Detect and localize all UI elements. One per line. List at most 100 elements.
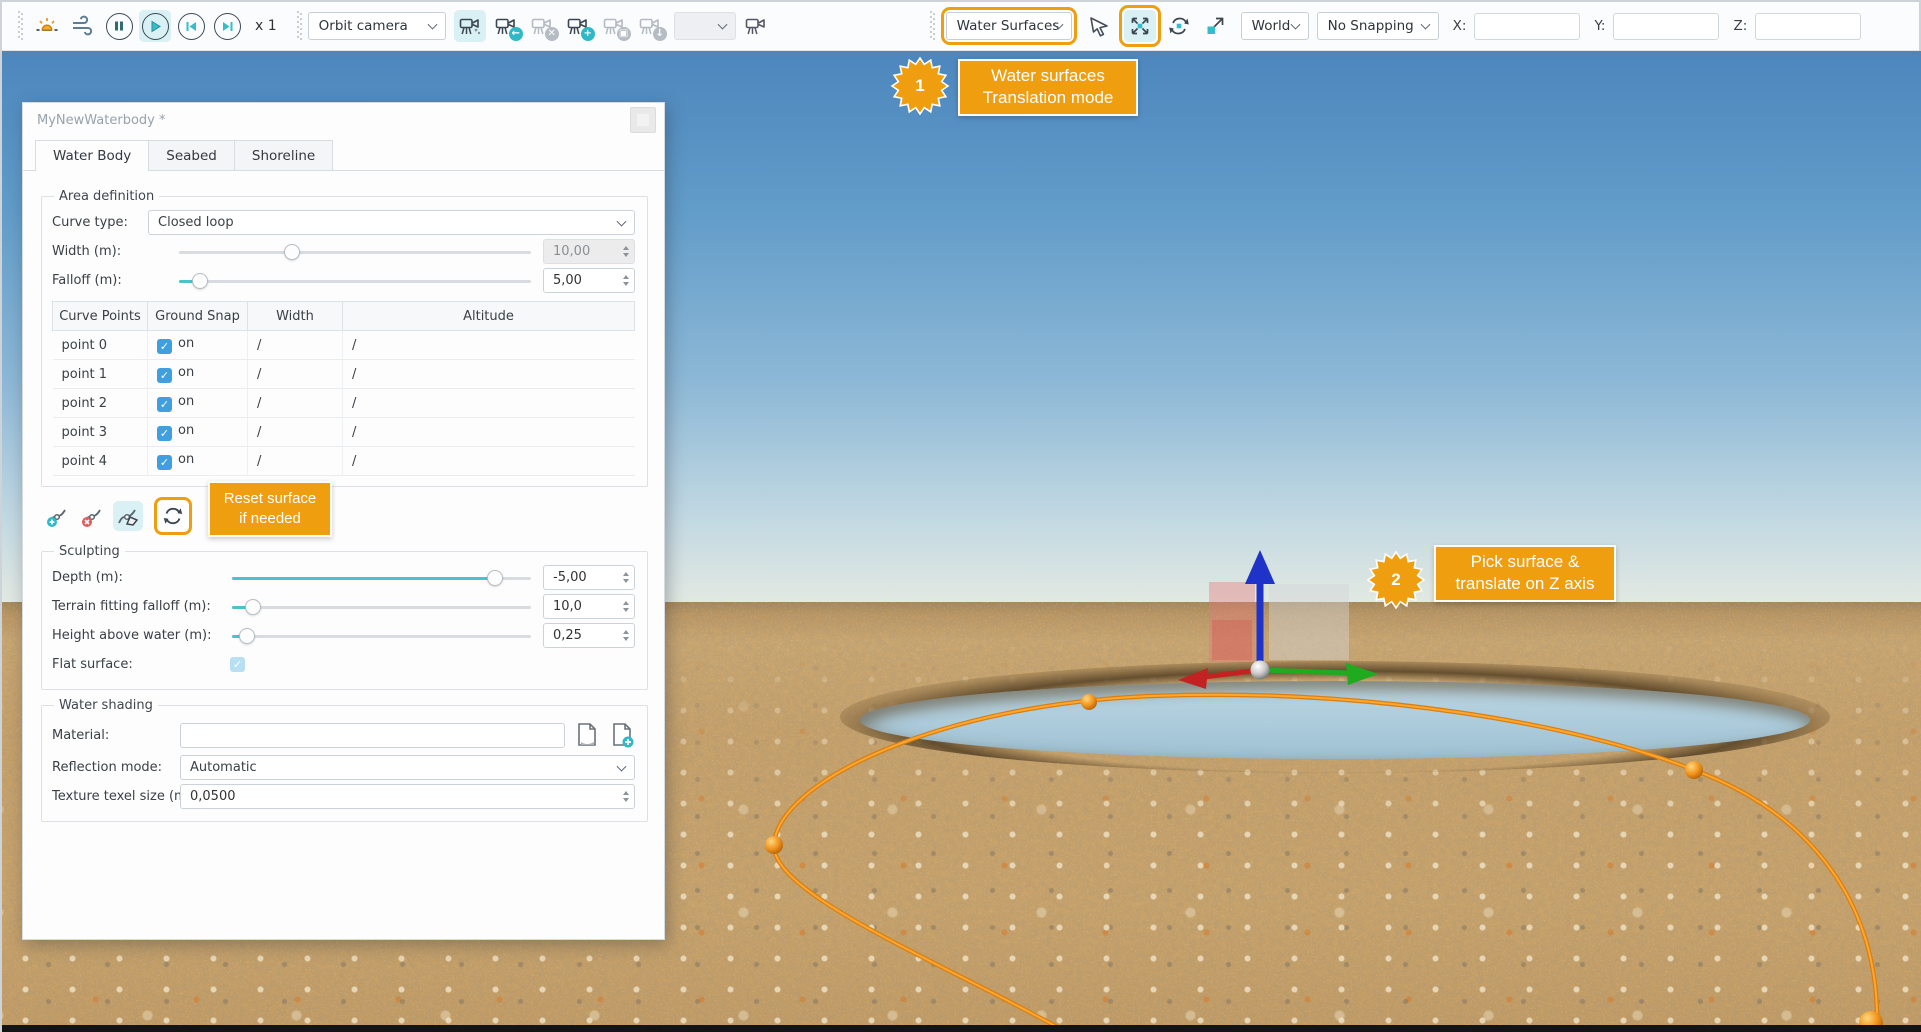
point-altitude: / <box>343 389 635 418</box>
edit-mode-select[interactable]: Water Surfaces <box>946 12 1072 40</box>
add-point-button[interactable] <box>43 501 73 531</box>
width-spinbox: 10,00 <box>543 239 635 264</box>
step-back-button[interactable] <box>175 10 207 42</box>
camera-track-button[interactable] <box>454 10 486 42</box>
table-row[interactable]: point 2 ✓on / / <box>53 389 635 418</box>
table-row[interactable]: point 1 ✓on / / <box>53 360 635 389</box>
sculpting-group: Sculpting Depth (m): -5,00 Terrain fitti… <box>41 544 648 690</box>
edit-mode-value: Water Surfaces <box>957 18 1060 34</box>
z-input[interactable] <box>1755 13 1861 40</box>
camera-prev-button[interactable]: ← <box>490 10 522 42</box>
depth-spinbox[interactable]: -5,00 <box>543 565 635 590</box>
depth-slider[interactable] <box>232 569 531 587</box>
col-altitude: Altitude <box>343 302 635 331</box>
falloff-spinner[interactable] <box>618 269 634 292</box>
texel-size-spinner[interactable] <box>618 785 634 808</box>
depth-value: -5,00 <box>544 570 618 585</box>
y-input[interactable] <box>1613 13 1719 40</box>
arrow-down-badge-icon: ↓ <box>653 27 667 41</box>
width-spinner[interactable] <box>618 240 634 263</box>
reset-callout: Reset surface if needed <box>208 481 332 537</box>
playback-speed-label: x 1 <box>255 18 277 34</box>
height-above-water-spinner[interactable] <box>618 624 634 647</box>
ground-snap-checkbox[interactable]: ✓ <box>157 368 172 383</box>
curve-type-label: Curve type: <box>52 215 148 230</box>
curve-type-select[interactable]: Closed loop <box>148 210 635 235</box>
terrain-falloff-slider[interactable] <box>232 598 531 616</box>
width-value: 10,00 <box>544 244 618 259</box>
reflection-mode-value: Automatic <box>190 760 257 775</box>
reset-surface-button[interactable] <box>158 501 188 531</box>
coordinate-space-select[interactable]: World <box>1241 12 1309 40</box>
camera-view-button[interactable] <box>740 10 772 42</box>
step1-line1: Water surfaces <box>972 65 1124 87</box>
weather-sun-button[interactable] <box>31 10 63 42</box>
terrain-falloff-value: 10,0 <box>544 599 618 614</box>
pause-button[interactable] <box>103 10 135 42</box>
plus-badge-icon: + <box>581 27 595 41</box>
texel-size-label: Texture texel size (m): <box>52 789 180 804</box>
point-name: point 2 <box>53 389 148 418</box>
reflection-mode-select[interactable]: Automatic <box>180 755 635 780</box>
snap-state: on <box>178 394 194 409</box>
select-tool-button[interactable] <box>1083 10 1115 42</box>
sculpting-legend: Sculpting <box>54 544 125 559</box>
camera-save-button[interactable]: ▣ <box>598 10 630 42</box>
edit-curve-button[interactable] <box>113 501 143 531</box>
toolbar-drag-handle[interactable] <box>18 11 23 41</box>
reset-line1: Reset surface <box>218 489 322 509</box>
terrain-falloff-spinner[interactable] <box>618 595 634 618</box>
x-label: X: <box>1453 18 1467 34</box>
ground-snap-checkbox[interactable]: ✓ <box>157 426 172 441</box>
tab-seabed[interactable]: Seabed <box>148 140 235 171</box>
table-row[interactable]: point 4 ✓on / / <box>53 447 635 476</box>
falloff-spinbox[interactable]: 5,00 <box>543 268 635 293</box>
remove-point-icon <box>81 504 105 528</box>
falloff-slider[interactable] <box>179 272 531 290</box>
pause-icon <box>106 13 133 40</box>
ground-snap-checkbox[interactable]: ✓ <box>157 339 172 354</box>
material-browse-button[interactable] <box>574 721 600 749</box>
flat-surface-checkbox[interactable]: ✓ <box>230 657 245 672</box>
width-slider[interactable] <box>179 243 531 261</box>
close-button[interactable] <box>630 107 656 133</box>
translate-icon <box>1128 14 1152 38</box>
point-name: point 4 <box>53 447 148 476</box>
translate-tool-button[interactable] <box>1124 10 1156 42</box>
height-above-water-slider[interactable] <box>232 627 531 645</box>
play-button[interactable] <box>139 10 171 42</box>
water-surface[interactable] <box>860 681 1810 759</box>
table-row[interactable]: point 0 ✓on / / <box>53 331 635 360</box>
material-input[interactable] <box>180 723 565 748</box>
step-forward-button[interactable] <box>211 10 243 42</box>
terrain-falloff-spinbox[interactable]: 10,0 <box>543 594 635 619</box>
camera-add-button[interactable]: + <box>562 10 594 42</box>
step2-callout: Pick surface & translate on Z axis <box>1434 545 1616 602</box>
curve-type-value: Closed loop <box>158 215 234 230</box>
table-row[interactable]: point 3 ✓on / / <box>53 418 635 447</box>
rotate-tool-button[interactable] <box>1163 10 1195 42</box>
reset-line2: if needed <box>218 509 322 529</box>
ground-snap-checkbox[interactable]: ✓ <box>157 397 172 412</box>
ground-snap-checkbox[interactable]: ✓ <box>157 455 172 470</box>
tab-shoreline[interactable]: Shoreline <box>234 140 333 171</box>
scale-tool-button[interactable] <box>1199 10 1231 42</box>
texel-size-spinbox[interactable]: 0,0500 <box>180 784 635 809</box>
x-input[interactable] <box>1474 13 1580 40</box>
dialog-titlebar[interactable]: MyNewWaterbody * <box>23 103 664 137</box>
wind-button[interactable] <box>67 10 99 42</box>
height-above-water-spinbox[interactable]: 0,25 <box>543 623 635 648</box>
camera-select[interactable]: Orbit camera <box>308 12 446 40</box>
snapping-select[interactable]: No Snapping <box>1317 12 1439 40</box>
depth-spinner[interactable] <box>618 566 634 589</box>
remove-point-button[interactable] <box>78 501 108 531</box>
bottom-edge-bar <box>2 1025 1921 1032</box>
camera-export-button[interactable]: ↓ <box>634 10 666 42</box>
scale-icon <box>1203 14 1227 38</box>
area-definition-group: Area definition Curve type: Closed loop … <box>41 189 648 487</box>
tab-water-body[interactable]: Water Body <box>35 140 149 171</box>
snap-state: on <box>178 423 194 438</box>
camera-delete-button[interactable]: ✕ <box>526 10 558 42</box>
snap-state: on <box>178 365 194 380</box>
material-new-button[interactable] <box>609 721 635 749</box>
